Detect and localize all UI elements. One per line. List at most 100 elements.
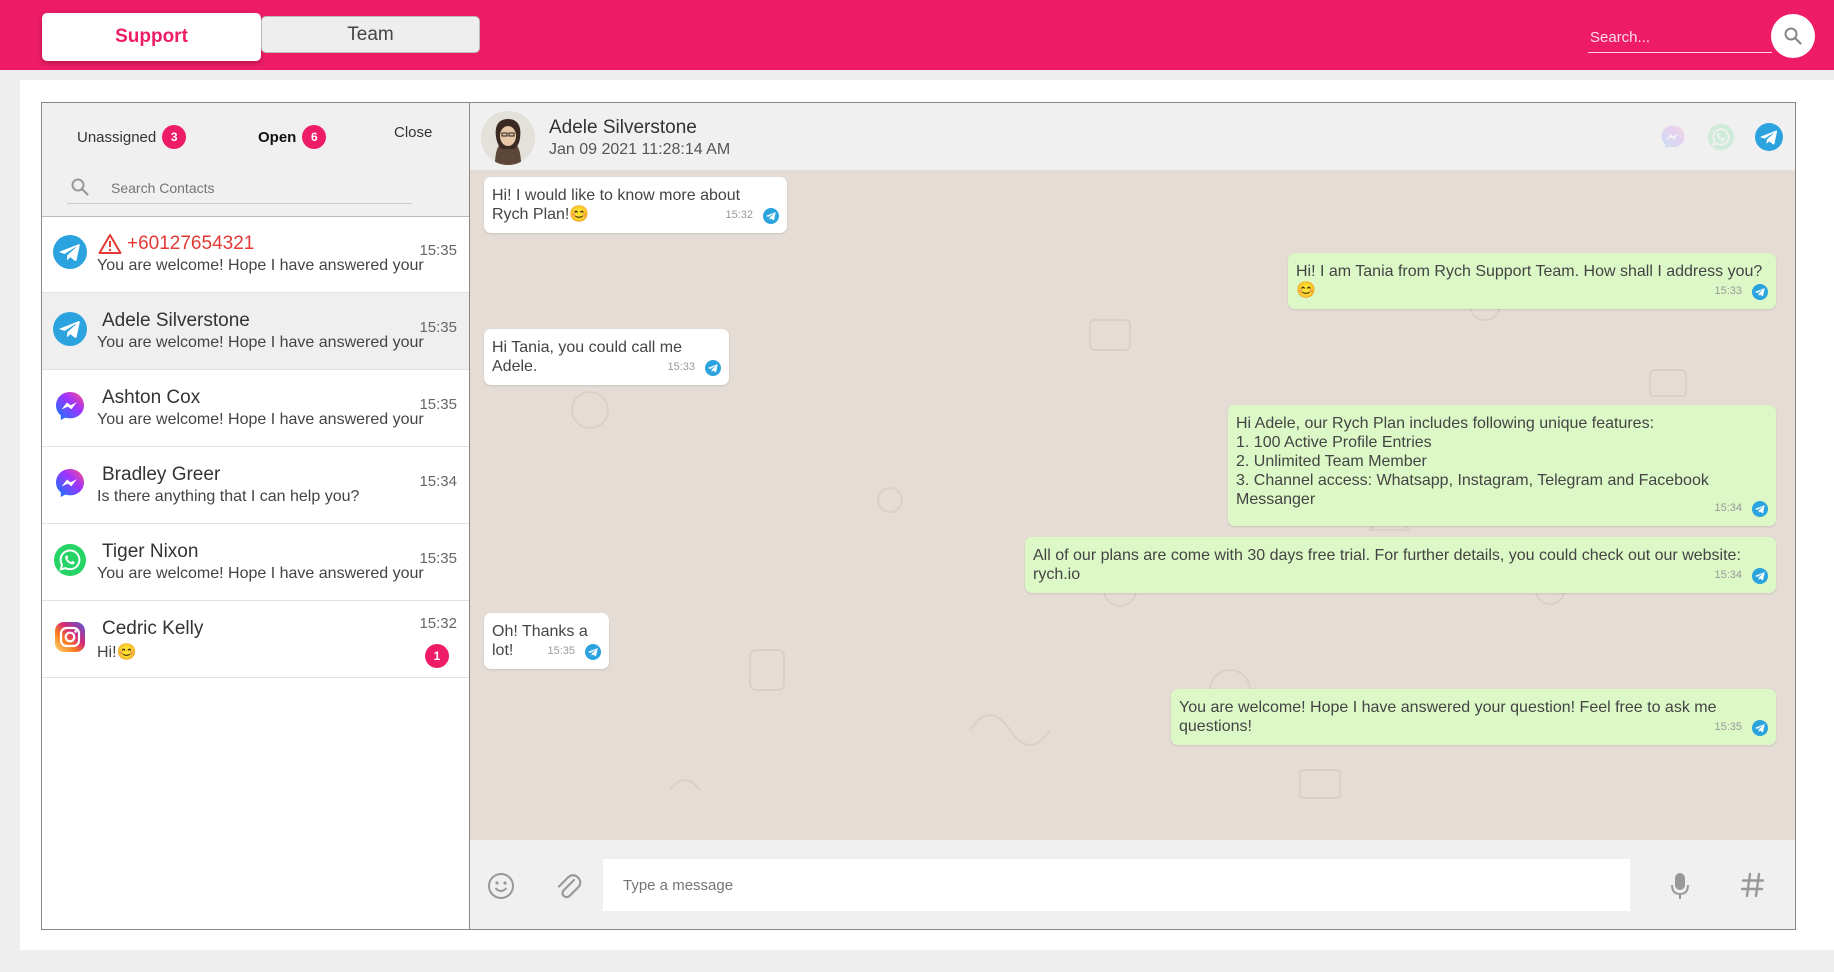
count-badge: 6	[302, 125, 327, 149]
paperclip-icon[interactable]	[554, 871, 582, 901]
contact-time: 15:35	[419, 396, 457, 413]
contact-item[interactable]: Cedric Kelly Hi!😊 15:32 1	[42, 601, 469, 678]
avatar-image	[481, 111, 535, 165]
telegram-icon	[1752, 720, 1768, 736]
contact-name: Tiger Nixon	[102, 541, 199, 562]
telegram-icon	[1752, 568, 1768, 584]
chat-header: Adele Silverstone Jan 09 2021 11:28:14 A…	[470, 103, 1795, 170]
contact-item[interactable]: Adele Silverstone You are welcome! Hope …	[42, 293, 469, 370]
telegram-icon	[53, 312, 87, 346]
contact-last-message: You are welcome! Hope I have answered yo…	[97, 411, 424, 428]
message-line: 1. 100 Active Profile Entries	[1236, 434, 1432, 451]
unread-badge: 1	[425, 644, 449, 668]
messenger-icon	[53, 389, 87, 423]
warning-icon	[98, 234, 122, 254]
contact-time: 15:35	[419, 242, 457, 259]
telegram-icon	[763, 208, 779, 224]
contact-last-message: You are welcome! Hope I have answered yo…	[97, 565, 424, 582]
global-search-input[interactable]	[1588, 22, 1772, 53]
message-bubble-outgoing: Hi Adele, our Rych Plan includes followi…	[1228, 405, 1776, 526]
contact-name: Adele Silverstone	[102, 310, 250, 331]
contact-last-message: You are welcome! Hope I have answered yo…	[97, 334, 424, 351]
message-meta: 15:34	[1714, 566, 1768, 585]
message-text: Hi Tania, you could call me Adele.	[492, 339, 683, 375]
contact-time: 15:35	[419, 319, 457, 336]
message-input[interactable]	[603, 859, 1630, 911]
whatsapp-icon[interactable]	[1707, 123, 1735, 151]
contact-time: 15:34	[419, 473, 457, 490]
filter-label: Unassigned	[77, 128, 157, 146]
message-line: 3. Channel access: Whatsapp, Instagram, …	[1236, 472, 1709, 508]
global-search-button[interactable]	[1771, 14, 1815, 58]
tab-support[interactable]: Support	[42, 13, 261, 61]
message-bubble-incoming: Hi Tania, you could call me Adele. 15:33	[484, 329, 729, 385]
contact-item[interactable]: Tiger Nixon You are welcome! Hope I have…	[42, 524, 469, 601]
message-bubble-outgoing: All of our plans are come with 30 days f…	[1025, 537, 1776, 593]
message-meta: 15:35	[547, 642, 601, 661]
messenger-icon	[53, 466, 87, 500]
message-text: Hi! I would like to know more about Rych…	[492, 187, 741, 223]
message-bubble-outgoing: Hi! I am Tania from Rych Support Team. H…	[1288, 253, 1776, 309]
microphone-icon[interactable]	[1669, 871, 1691, 901]
contact-name: Ashton Cox	[102, 387, 201, 408]
message-meta: 15:35	[1714, 718, 1768, 737]
tab-team[interactable]: Team	[261, 16, 480, 53]
contact-item[interactable]: +60127654321 You are welcome! Hope I hav…	[42, 216, 469, 293]
contact-name: +60127654321	[127, 233, 255, 254]
contact-search	[67, 172, 457, 208]
contact-last-message: You are welcome! Hope I have answered yo…	[97, 257, 424, 274]
contact-search-input[interactable]	[67, 172, 412, 204]
avatar[interactable]	[481, 111, 535, 165]
filter-unassigned[interactable]: Unassigned 3	[77, 125, 187, 149]
telegram-icon	[585, 644, 601, 660]
message-meta: 15:33	[667, 358, 721, 377]
message-bubble-incoming: Hi! I would like to know more about Rych…	[484, 177, 787, 233]
message-text: All of our plans are come with 30 days f…	[1033, 547, 1741, 583]
telegram-icon	[1752, 501, 1768, 517]
filter-close[interactable]: Close	[394, 124, 432, 141]
message-bubble-incoming: Oh! Thanks a lot! 15:35	[484, 613, 609, 669]
contact-last-message: Hi!😊	[97, 644, 137, 661]
emoji-icon[interactable]	[487, 872, 515, 900]
message-bubble-outgoing: You are welcome! Hope I have answered yo…	[1171, 689, 1776, 745]
message-text: Hi! I am Tania from Rych Support Team. H…	[1296, 263, 1763, 299]
message-line: Hi Adele, our Rych Plan includes followi…	[1236, 415, 1655, 432]
message-time: 15:33	[1714, 285, 1742, 297]
messenger-icon[interactable]	[1659, 123, 1687, 151]
contact-time: 15:32	[419, 615, 457, 632]
message-time: 15:35	[1714, 721, 1742, 733]
contact-item[interactable]: Bradley Greer Is there anything that I c…	[42, 447, 469, 524]
count-badge: 3	[162, 125, 187, 149]
whatsapp-icon	[53, 543, 87, 577]
telegram-icon	[705, 360, 721, 376]
chat-contact-name: Adele Silverstone	[549, 117, 697, 138]
message-time: 15:33	[667, 361, 695, 373]
message-meta: 15:34	[1714, 499, 1768, 518]
chat-date: Jan 09 2021 11:28:14 AM	[549, 141, 731, 158]
telegram-icon	[53, 235, 87, 269]
message-time: 15:32	[725, 209, 753, 221]
contact-time: 15:35	[419, 550, 457, 567]
telegram-icon[interactable]	[1755, 123, 1783, 151]
message-text: You are welcome! Hope I have answered yo…	[1179, 699, 1717, 735]
contact-last-message: Is there anything that I can help you?	[97, 488, 360, 505]
message-time: 15:35	[547, 645, 575, 657]
message-meta: 15:33	[1714, 282, 1768, 301]
message-line: 2. Unlimited Team Member	[1236, 453, 1427, 470]
message-area[interactable]: Hi! I would like to know more about Rych…	[470, 170, 1795, 840]
instagram-icon	[53, 620, 87, 654]
message-time: 15:34	[1714, 502, 1742, 514]
contacts-header: Unassigned 3 Open 6 Close	[42, 103, 469, 217]
contact-item[interactable]: Ashton Cox You are welcome! Hope I have …	[42, 370, 469, 447]
message-time: 15:34	[1714, 569, 1742, 581]
contacts-panel: Unassigned 3 Open 6 Close +60127654321 Y…	[41, 102, 469, 930]
top-bar: Support Team	[0, 0, 1834, 70]
hashtag-icon[interactable]	[1741, 872, 1765, 898]
message-meta: 15:32	[725, 206, 779, 225]
chat-panel: Adele Silverstone Jan 09 2021 11:28:14 A…	[469, 102, 1796, 930]
message-composer	[470, 840, 1795, 929]
telegram-icon	[1752, 284, 1768, 300]
contact-name: Cedric Kelly	[102, 618, 204, 639]
contact-name-row: +60127654321	[98, 233, 254, 255]
filter-open[interactable]: Open 6	[258, 125, 327, 149]
